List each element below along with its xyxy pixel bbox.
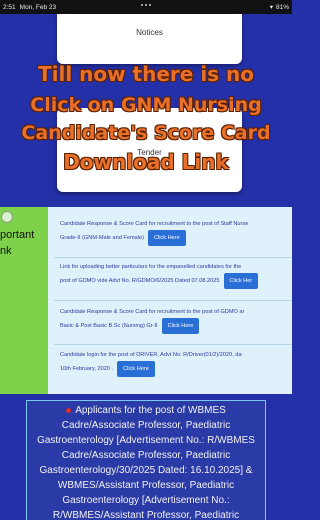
link-icon bbox=[1, 211, 13, 223]
list-item: Candidate Response & Score Card for recr… bbox=[48, 219, 292, 246]
status-bar: 2:51 Mon, Feb 23 ▾ 81% bbox=[0, 0, 292, 14]
item-text-2: Grade-II (GNM-Male and Female) bbox=[60, 234, 144, 241]
click-here-button[interactable]: Click Here bbox=[147, 230, 186, 246]
status-left: 2:51 Mon, Feb 23 bbox=[3, 4, 56, 11]
wifi-icon: ▾ bbox=[269, 4, 273, 11]
notices-label: Notices bbox=[136, 28, 163, 37]
tender-card[interactable]: Tender bbox=[57, 108, 242, 192]
item-text-2: post of GDMO vide Advt No. R/GDMO/6/2025… bbox=[60, 277, 220, 284]
more-dots-icon[interactable] bbox=[141, 4, 151, 6]
battery-level: 81% bbox=[275, 3, 289, 11]
bullet-icon bbox=[66, 407, 72, 413]
important-label: portant bbox=[0, 229, 35, 241]
item-text-2: Basic & Post Basic B.Sc (Nursing) Gr-II bbox=[60, 322, 158, 329]
notice-text: Applicants for the post of WBMES Cadre/A… bbox=[37, 405, 255, 520]
click-here-button[interactable]: Click Here bbox=[117, 361, 155, 377]
important-links-panel: portant nk bbox=[0, 207, 48, 394]
tender-label: Tender bbox=[137, 148, 162, 157]
list-item: Candidate Response & Score Card for recr… bbox=[48, 307, 292, 334]
link-label: nk bbox=[0, 245, 12, 257]
status-right: ▾ 81% bbox=[269, 3, 289, 12]
links-list: Candidate Response & Score Card for recr… bbox=[48, 207, 292, 394]
click-here-button[interactable]: Click Her bbox=[223, 273, 259, 289]
item-text-1: Candidate Response & Score Card for recr… bbox=[60, 221, 249, 227]
status-date: Mon, Feb 23 bbox=[19, 3, 57, 11]
notice-box[interactable]: Applicants for the post of WBMES Cadre/A… bbox=[26, 400, 266, 520]
list-item: Link for uploading better particulars fo… bbox=[48, 262, 292, 289]
list-item: Candidate login for the post of DRIVER, … bbox=[48, 350, 292, 377]
divider bbox=[54, 344, 292, 345]
item-text-1: Candidate Response & Score Card for recr… bbox=[60, 309, 245, 315]
page-content: Notices Tender Till now there is no Clic… bbox=[0, 14, 292, 520]
status-time: 2:51 bbox=[3, 3, 16, 11]
click-here-button[interactable]: Click Here bbox=[161, 318, 200, 334]
divider bbox=[54, 300, 292, 301]
notice-paragraph: Applicants for the post of WBMES Cadre/A… bbox=[33, 403, 259, 520]
item-text-2: 10th February, 2020 . bbox=[60, 365, 114, 372]
notices-card[interactable]: Notices bbox=[57, 14, 242, 64]
item-text-1: Link for uploading better particulars fo… bbox=[60, 264, 242, 270]
overlay-line-1: Till now there is no bbox=[37, 62, 255, 86]
item-text-1: Candidate login for the post of DRIVER, … bbox=[60, 352, 242, 358]
divider bbox=[54, 257, 292, 258]
